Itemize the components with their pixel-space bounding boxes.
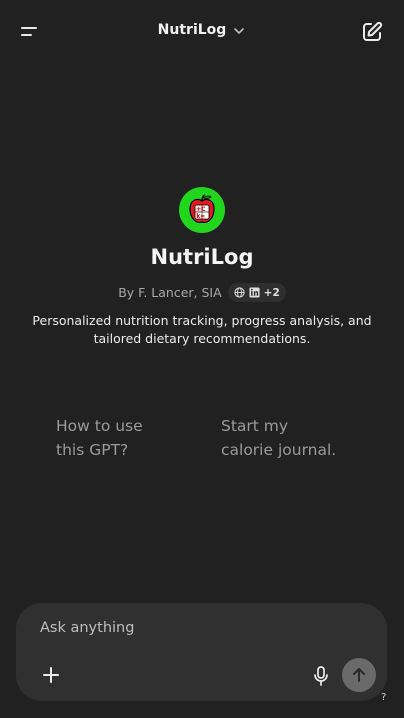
arrow-up-icon xyxy=(353,668,365,682)
new-chat-button[interactable] xyxy=(360,20,384,44)
logo-text-bottom: k= xyxy=(196,213,205,220)
attach-button[interactable] xyxy=(40,664,62,686)
gpt-description: Personalized nutrition tracking, progres… xyxy=(32,313,372,346)
composer xyxy=(16,603,387,701)
help-button[interactable]: ? xyxy=(381,692,386,703)
byline: By F. Lancer, SIA +2 xyxy=(0,283,404,302)
header: NutriLog xyxy=(0,0,404,64)
apple-calculator-icon: +C k= xyxy=(189,194,215,223)
conversation-starter[interactable]: Start my calorie journal. xyxy=(211,406,361,480)
gpt-selector-button[interactable]: NutriLog xyxy=(158,22,247,38)
logo-text-top: +C xyxy=(196,206,206,213)
conversation-starter[interactable]: How to use this GPT? xyxy=(46,406,196,480)
edit-icon xyxy=(363,21,383,41)
social-links[interactable]: +2 xyxy=(227,283,286,302)
gpt-selector: NutriLog xyxy=(0,22,404,38)
message-input[interactable] xyxy=(40,617,340,639)
gpt-logo: +C k= xyxy=(179,187,225,233)
social-more-count: +2 xyxy=(263,286,280,299)
header-title: NutriLog xyxy=(157,22,227,38)
app: NutriLog +C k= NutriLog By F. Lancer, SI… xyxy=(0,0,404,718)
voice-input-button[interactable] xyxy=(311,665,331,687)
author-text: By F. Lancer, SIA xyxy=(118,285,222,300)
globe-icon xyxy=(234,287,245,298)
linkedin-icon xyxy=(249,287,260,298)
send-button[interactable] xyxy=(342,658,376,692)
gpt-name: NutriLog xyxy=(150,245,254,269)
mic-icon xyxy=(314,666,328,686)
chevron-down-icon xyxy=(234,27,245,34)
plus-icon xyxy=(43,667,59,683)
